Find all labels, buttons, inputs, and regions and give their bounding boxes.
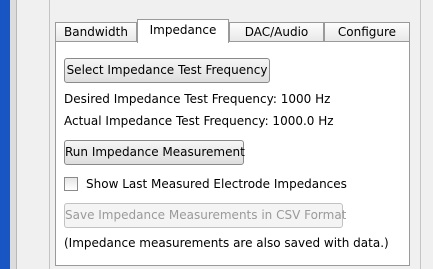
- window-edge-accent: [0, 0, 10, 269]
- run-impedance-measurement-button[interactable]: Run Impedance Measurement: [64, 140, 245, 165]
- impedance-note-text: (Impedance measurements are also saved w…: [64, 236, 389, 250]
- show-last-impedances-checkbox[interactable]: [64, 177, 78, 191]
- tab-impedance[interactable]: Impedance: [137, 19, 229, 43]
- actual-frequency-text: Actual Impedance Test Frequency: 1000.0 …: [64, 114, 334, 128]
- tab-configure[interactable]: Configure: [324, 22, 410, 43]
- tab-dac-audio[interactable]: DAC/Audio: [229, 22, 324, 43]
- select-impedance-frequency-button[interactable]: Select Impedance Test Frequency: [64, 58, 270, 83]
- show-last-impedances-label[interactable]: Show Last Measured Electrode Impedances: [86, 177, 347, 191]
- tab-bandwidth[interactable]: Bandwidth: [55, 22, 137, 43]
- window-divider: [10, 0, 17, 269]
- save-impedance-csv-button[interactable]: Save Impedance Measurements in CSV Forma…: [64, 203, 346, 228]
- desired-frequency-text: Desired Impedance Test Frequency: 1000 H…: [64, 92, 331, 106]
